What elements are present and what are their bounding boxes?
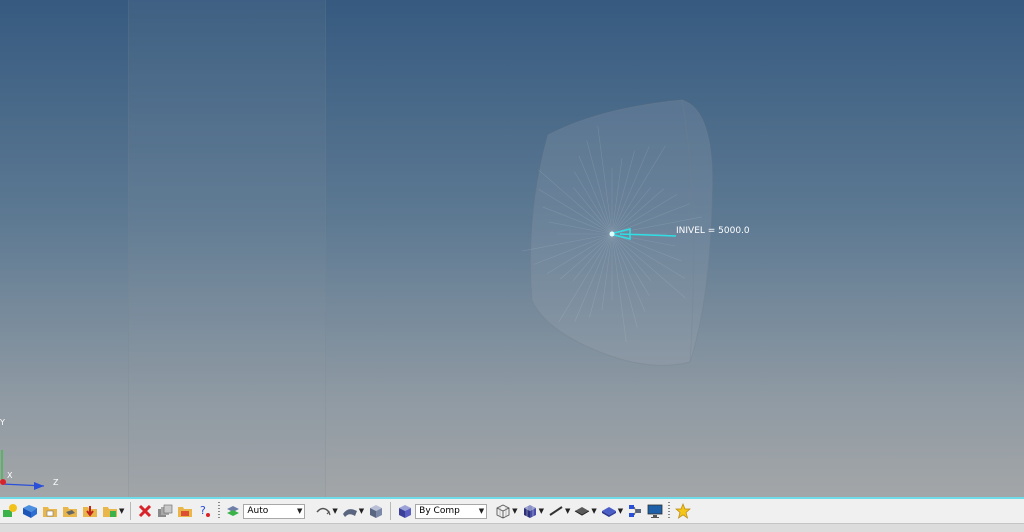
toolbar-grip[interactable]: [218, 502, 221, 520]
1d-elements-icon[interactable]: [547, 502, 565, 520]
model-geometry: [0, 99, 713, 490]
import-geometry-icon[interactable]: [41, 502, 59, 520]
2d-elements-icon[interactable]: [573, 502, 591, 520]
wireframe-cube-icon[interactable]: [494, 502, 512, 520]
find-attached-icon[interactable]: [176, 502, 194, 520]
organize-components-icon[interactable]: [156, 502, 174, 520]
delete-icon[interactable]: [136, 502, 154, 520]
shaded-dropdown-arrow[interactable]: ▼: [359, 507, 364, 515]
import-solver-deck-icon[interactable]: [61, 502, 79, 520]
display-mode-icon[interactable]: [224, 502, 242, 520]
toolbar-separator: [390, 502, 392, 520]
export-dropdown-arrow[interactable]: ▼: [119, 507, 124, 515]
graphics-viewport[interactable]: INIVEL = 5000.0 Y X Z: [0, 0, 1024, 497]
3d-elements-icon[interactable]: [600, 502, 618, 520]
display-monitor-icon[interactable]: [646, 502, 664, 520]
solid-cube-icon[interactable]: [367, 502, 385, 520]
chevron-down-icon: ▼: [297, 506, 303, 515]
velocity-origin-node: [609, 231, 615, 237]
save-model-icon[interactable]: [101, 502, 119, 520]
add-component-icon[interactable]: [1, 502, 19, 520]
visualization-toolbar: ▼ ? Auto ▼ ▼ ▼ By Comp ▼ ▼ ▼ ▼ ▼ ▼: [0, 497, 1024, 523]
initial-velocity-label: INIVEL = 5000.0: [676, 226, 750, 236]
color-mode-select[interactable]: By Comp ▼: [415, 503, 488, 519]
toolbar-grip[interactable]: [668, 502, 671, 520]
triad-x-axis: [0, 479, 6, 485]
svg-text:?: ?: [200, 504, 206, 517]
model-browser-icon[interactable]: [626, 502, 644, 520]
1d-dropdown-arrow[interactable]: ▼: [565, 507, 570, 515]
chevron-down-icon: ▼: [478, 506, 485, 515]
mesh-dropdown-arrow[interactable]: ▼: [539, 507, 544, 515]
open-model-icon[interactable]: [21, 502, 39, 520]
help-query-icon[interactable]: ?: [196, 502, 214, 520]
mesh-cube-icon[interactable]: [521, 502, 539, 520]
wireframe-dropdown-arrow[interactable]: ▼: [512, 507, 517, 515]
shaded-surface-icon[interactable]: [341, 502, 359, 520]
rotate-view-icon[interactable]: [314, 502, 332, 520]
3d-dropdown-arrow[interactable]: ▼: [618, 507, 623, 515]
favorites-star-icon[interactable]: [674, 502, 692, 520]
triad-z-label: Z: [53, 478, 59, 487]
display-mode-value: Auto: [247, 506, 269, 516]
rotate-dropdown-arrow[interactable]: ▼: [332, 507, 337, 515]
triad-z-arrowhead: [34, 482, 44, 490]
triad-y-label: Y: [0, 418, 5, 427]
export-icon[interactable]: [81, 502, 99, 520]
display-mode-select[interactable]: Auto ▼: [243, 503, 306, 519]
toolbar-separator: [130, 502, 132, 520]
color-by-component-icon[interactable]: [396, 502, 414, 520]
2d-dropdown-arrow[interactable]: ▼: [591, 507, 596, 515]
color-mode-value: By Comp: [419, 506, 460, 516]
triad-x-label: X: [7, 471, 13, 480]
